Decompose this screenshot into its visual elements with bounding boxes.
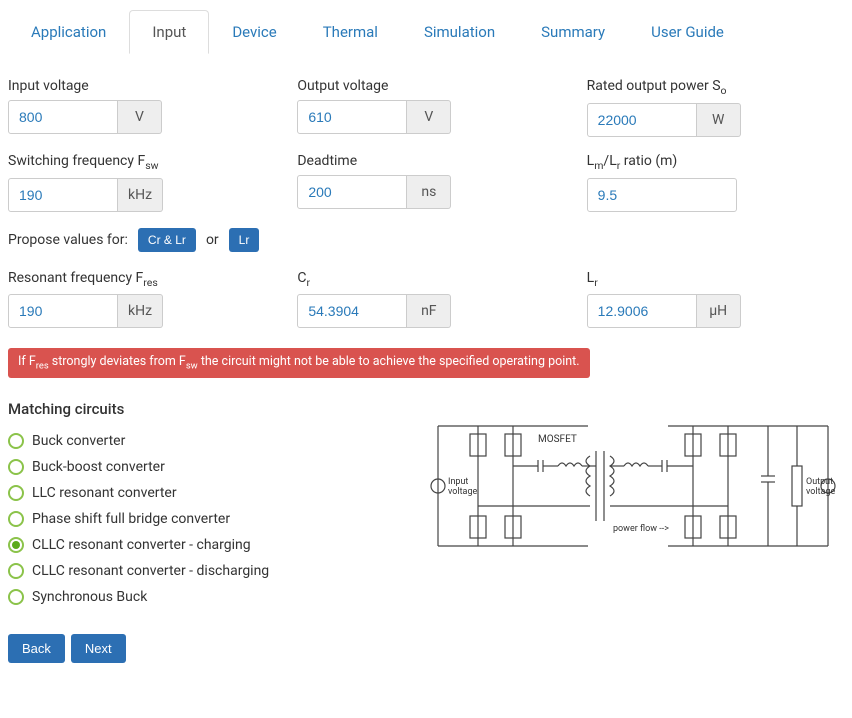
tab-user-guide[interactable]: User Guide bbox=[628, 10, 747, 54]
tabs-bar: ApplicationInputDeviceThermalSimulationS… bbox=[8, 10, 844, 54]
circuit-option-6[interactable]: Synchronous Buck bbox=[8, 584, 388, 610]
unit-uh: µH bbox=[697, 294, 741, 328]
rated-output-power-field[interactable] bbox=[587, 103, 697, 137]
tab-device[interactable]: Device bbox=[209, 10, 299, 54]
rated-output-power-label: Rated output power So bbox=[587, 78, 844, 97]
tab-thermal[interactable]: Thermal bbox=[300, 10, 401, 54]
diagram-powerflow-label: power flow --> bbox=[613, 524, 669, 534]
diagram-output-label-2: voltage bbox=[806, 487, 836, 497]
tab-application[interactable]: Application bbox=[8, 10, 129, 54]
tab-input[interactable]: Input bbox=[129, 10, 209, 54]
unit-khz: kHz bbox=[118, 178, 163, 212]
propose-or-text: or bbox=[206, 232, 219, 248]
lm-lr-ratio-field[interactable] bbox=[587, 178, 737, 212]
output-voltage-label: Output voltage bbox=[297, 78, 554, 94]
unit-khz: kHz bbox=[118, 294, 163, 328]
circuit-option-2[interactable]: LLC resonant converter bbox=[8, 480, 388, 506]
tab-summary[interactable]: Summary bbox=[518, 10, 628, 54]
next-button[interactable]: Next bbox=[71, 634, 126, 663]
tab-simulation[interactable]: Simulation bbox=[401, 10, 518, 54]
circuit-option-1[interactable]: Buck-boost converter bbox=[8, 454, 388, 480]
circuit-option-4[interactable]: CLLC resonant converter - charging bbox=[8, 532, 388, 558]
cr-field[interactable] bbox=[297, 294, 407, 328]
propose-label: Propose values for: bbox=[8, 232, 128, 248]
diagram-output-label-1: Output bbox=[806, 477, 833, 487]
radio-icon bbox=[8, 485, 24, 501]
diagram-input-label-1: Input bbox=[448, 477, 468, 487]
circuit-option-5[interactable]: CLLC resonant converter - discharging bbox=[8, 558, 388, 584]
circuit-option-0[interactable]: Buck converter bbox=[8, 428, 388, 454]
unit-ns: ns bbox=[407, 175, 451, 209]
switching-frequency-field[interactable] bbox=[8, 178, 118, 212]
radio-icon bbox=[8, 433, 24, 449]
diagram-mosfet-label: MOSFET bbox=[538, 434, 577, 445]
resonant-frequency-label: Resonant frequency Fres bbox=[8, 270, 265, 289]
propose-lr-button[interactable]: Lr bbox=[229, 228, 260, 252]
switching-frequency-label: Switching frequency Fsw bbox=[8, 153, 265, 172]
resonant-frequency-field[interactable] bbox=[8, 294, 118, 328]
circuit-option-label: CLLC resonant converter - charging bbox=[32, 537, 251, 553]
radio-icon bbox=[8, 511, 24, 527]
input-voltage-label: Input voltage bbox=[8, 78, 265, 94]
back-button[interactable]: Back bbox=[8, 634, 65, 663]
unit-v: V bbox=[407, 100, 451, 134]
radio-icon bbox=[8, 589, 24, 605]
cr-label: Cr bbox=[297, 270, 554, 289]
lr-label: Lr bbox=[587, 270, 844, 289]
deadtime-label: Deadtime bbox=[297, 153, 554, 169]
circuit-option-label: CLLC resonant converter - discharging bbox=[32, 563, 269, 579]
unit-nf: nF bbox=[407, 294, 451, 328]
radio-icon bbox=[8, 459, 24, 475]
lr-field[interactable] bbox=[587, 294, 697, 328]
warning-alert: If Fres strongly deviates from Fsw the c… bbox=[8, 348, 590, 378]
matching-circuits-title: Matching circuits bbox=[8, 400, 388, 418]
circuit-diagram: MOSFET Input voltage Output voltage powe… bbox=[412, 400, 852, 576]
unit-w: W bbox=[697, 103, 741, 137]
deadtime-field[interactable] bbox=[297, 175, 407, 209]
circuit-option-label: Phase shift full bridge converter bbox=[32, 511, 230, 527]
circuit-option-label: LLC resonant converter bbox=[32, 485, 177, 501]
circuit-option-label: Synchronous Buck bbox=[32, 589, 147, 605]
radio-icon bbox=[8, 537, 24, 553]
circuit-option-label: Buck converter bbox=[32, 433, 125, 449]
input-voltage-field[interactable] bbox=[8, 100, 118, 134]
circuit-option-label: Buck-boost converter bbox=[32, 459, 165, 475]
unit-v: V bbox=[118, 100, 162, 134]
circuit-option-3[interactable]: Phase shift full bridge converter bbox=[8, 506, 388, 532]
output-voltage-field[interactable] bbox=[297, 100, 407, 134]
lm-lr-ratio-label: Lm/Lr ratio (m) bbox=[587, 153, 844, 172]
diagram-input-label-2: voltage bbox=[448, 487, 478, 497]
radio-icon bbox=[8, 563, 24, 579]
propose-cr-lr-button[interactable]: Cr & Lr bbox=[138, 228, 196, 252]
